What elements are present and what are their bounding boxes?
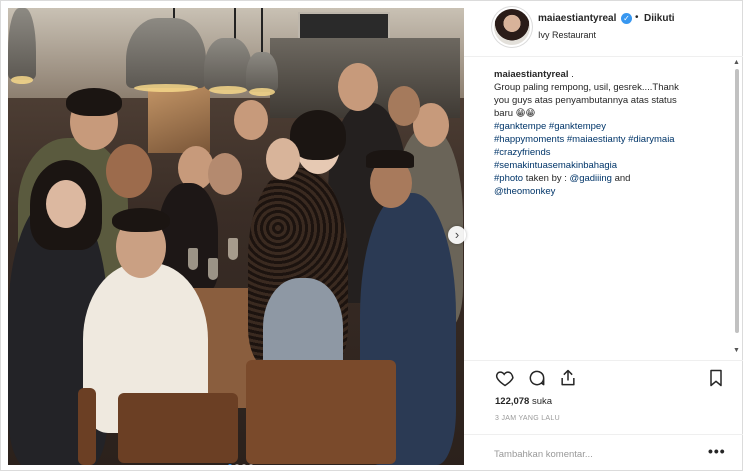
likes-number: 122,078 (495, 396, 530, 407)
lamp-cord (234, 8, 236, 40)
bookmark-icon[interactable] (706, 368, 726, 388)
verified-badge-icon: ✓ (621, 13, 632, 24)
follow-separator: • (635, 12, 639, 23)
like-count[interactable]: 122,078 suka (495, 396, 552, 407)
scrollbar-thumb[interactable] (735, 69, 739, 333)
pendant-lamp (8, 8, 36, 84)
caption-text: baru 😁😁 (494, 108, 536, 119)
more-options-icon[interactable]: ••• (708, 443, 726, 459)
carousel-dot (242, 464, 246, 465)
caption-text: you guys atas penyambutannya atas status (494, 95, 677, 106)
post-timestamp[interactable]: 3 JAM YANG LALU (495, 415, 560, 422)
hashtag-line[interactable]: #ganktempe #ganktempey (494, 120, 729, 133)
chair (246, 360, 396, 464)
scroll-up-icon[interactable]: ▲ (733, 59, 740, 66)
person-head (208, 153, 242, 195)
chair (78, 388, 96, 465)
hashtag-link[interactable]: #photo (494, 173, 523, 184)
lamp-cord (261, 8, 263, 54)
caption-scrollbar[interactable]: ▲ ▼ (732, 57, 741, 357)
person-hair (366, 150, 414, 168)
caption: maiaestiantyreal . Group paling rempong,… (494, 68, 729, 198)
person-head (46, 180, 86, 228)
mention-link[interactable]: @gadiiing (570, 173, 612, 184)
share-icon[interactable] (558, 368, 578, 388)
person-head (388, 86, 420, 126)
person-head (338, 63, 378, 111)
person-hair (66, 88, 122, 116)
wine-glass (228, 238, 238, 260)
next-slide-button[interactable]: › (448, 226, 466, 244)
heart-icon[interactable] (495, 368, 515, 388)
carousel-dot (235, 464, 239, 465)
comment-bar: ••• (464, 434, 743, 472)
person-head (234, 100, 268, 140)
comment-input[interactable] (494, 446, 694, 462)
carousel-indicator (228, 464, 253, 465)
carousel-dot (249, 464, 253, 465)
hashtag-line[interactable]: #semakintuasemakinbahagia (494, 159, 729, 172)
caption-text: taken by : (523, 173, 570, 184)
avatar[interactable] (494, 9, 530, 45)
caption-username[interactable]: maiaestiantyreal (494, 69, 568, 80)
person-head (266, 138, 300, 180)
action-bar (464, 360, 743, 391)
pendant-lamp (204, 38, 252, 94)
wine-glass (188, 248, 198, 270)
header-username[interactable]: maiaestiantyreal (538, 13, 616, 24)
wine-glass (208, 258, 218, 280)
hashtag-line[interactable]: #crazyfriends (494, 146, 729, 159)
hashtag-line[interactable]: #happymoments #maiaestianty #diarymaia (494, 133, 729, 146)
comment-icon[interactable] (527, 368, 547, 388)
pendant-lamp (246, 52, 278, 96)
scroll-down-icon[interactable]: ▼ (733, 347, 740, 354)
chair (118, 393, 238, 463)
follow-state-button[interactable]: Diikuti (644, 13, 675, 24)
location-link[interactable]: Ivy Restaurant (538, 30, 596, 40)
mention-link[interactable]: @theomonkey (494, 185, 729, 198)
carousel-dot (228, 464, 232, 465)
person-head (106, 144, 152, 198)
post-header: maiaestiantyreal ✓ • Diikuti Ivy Restaur… (464, 0, 743, 57)
post-photo[interactable] (8, 8, 464, 465)
pendant-lamp (126, 18, 206, 92)
person-hair (112, 208, 170, 232)
caption-text: and (611, 173, 631, 184)
caption-text: Group paling rempong, usil, gesrek....Th… (494, 82, 679, 93)
caption-text: . (568, 69, 574, 80)
likes-label: suka (531, 396, 553, 407)
